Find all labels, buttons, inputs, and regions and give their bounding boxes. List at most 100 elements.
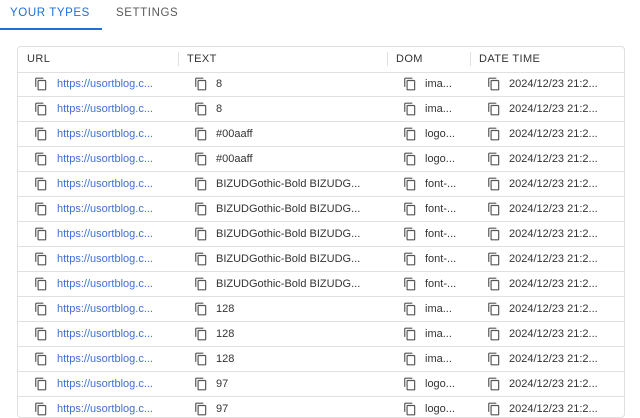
copy-icon[interactable] (487, 252, 501, 266)
copy-icon[interactable] (34, 302, 48, 316)
copy-icon[interactable] (487, 327, 501, 341)
copy-icon[interactable] (403, 127, 417, 141)
url-cell[interactable]: https://usortblog.c... (57, 347, 165, 371)
copy-icon[interactable] (487, 227, 501, 241)
table-row: https://usortblog.c... #00aaff logo... 2024… (18, 122, 624, 147)
copy-icon[interactable] (403, 302, 417, 316)
copy-icon[interactable] (487, 377, 501, 391)
copy-icon[interactable] (194, 252, 208, 266)
copy-icon[interactable] (403, 177, 417, 191)
url-cell[interactable]: https://usortblog.c... (57, 247, 165, 271)
active-tab-indicator (0, 28, 102, 30)
url-cell[interactable]: https://usortblog.c... (57, 222, 165, 246)
column-header-dom[interactable]: DOM (396, 47, 423, 72)
copy-icon[interactable] (194, 202, 208, 216)
copy-icon[interactable] (34, 77, 48, 91)
url-cell[interactable]: https://usortblog.c... (57, 322, 165, 346)
copy-icon[interactable] (403, 102, 417, 116)
copy-icon[interactable] (487, 152, 501, 166)
url-cell[interactable]: https://usortblog.c... (57, 272, 165, 296)
date-time-cell: 2024/12/23 21:2... (509, 203, 598, 215)
table-row: https://usortblog.c... 8 ima... 2024/12/23 … (18, 97, 624, 122)
copy-icon[interactable] (487, 202, 501, 216)
copy-icon[interactable] (34, 327, 48, 341)
copy-icon[interactable] (194, 327, 208, 341)
copy-icon[interactable] (403, 402, 417, 416)
url-cell[interactable]: https://usortblog.c... (57, 72, 165, 96)
copy-icon[interactable] (34, 102, 48, 116)
copy-icon[interactable] (487, 402, 501, 416)
copy-icon[interactable] (34, 152, 48, 166)
copy-icon[interactable] (403, 377, 417, 391)
copy-icon[interactable] (487, 102, 501, 116)
copy-icon[interactable] (403, 227, 417, 241)
column-header-url[interactable]: URL (27, 47, 50, 72)
copy-icon[interactable] (194, 352, 208, 366)
url-cell[interactable]: https://usortblog.c... (57, 122, 165, 146)
text-cell: 128 (216, 328, 235, 340)
copy-icon[interactable] (194, 77, 208, 91)
url-cell[interactable]: https://usortblog.c... (57, 172, 165, 196)
date-time-cell: 2024/12/23 21:2... (509, 103, 598, 115)
copy-icon[interactable] (194, 102, 208, 116)
copy-icon[interactable] (34, 227, 48, 241)
url-cell[interactable]: https://usortblog.c... (57, 197, 165, 221)
copy-icon[interactable] (34, 202, 48, 216)
copy-icon[interactable] (34, 352, 48, 366)
table-row: https://usortblog.c... 97 logo... 2024/12/2… (18, 372, 624, 397)
dom-cell: ima... (425, 353, 452, 365)
copy-icon[interactable] (487, 352, 501, 366)
copy-icon[interactable] (403, 327, 417, 341)
column-header-text[interactable]: TEXT (187, 47, 217, 72)
copy-icon[interactable] (487, 77, 501, 91)
table-row: https://usortblog.c... BIZUDGothic-Bold B… (18, 247, 624, 272)
url-cell[interactable]: https://usortblog.c... (57, 147, 165, 171)
copy-icon[interactable] (487, 177, 501, 191)
copy-icon[interactable] (194, 152, 208, 166)
date-time-cell: 2024/12/23 21:2... (509, 378, 598, 390)
date-time-cell: 2024/12/23 21:2... (509, 353, 598, 365)
column-separator[interactable] (178, 52, 179, 66)
copy-icon[interactable] (403, 77, 417, 91)
copy-icon[interactable] (34, 377, 48, 391)
copy-icon[interactable] (194, 377, 208, 391)
copy-icon[interactable] (194, 127, 208, 141)
tab-settings[interactable]: SETTINGS (116, 0, 178, 30)
table-row: https://usortblog.c... 8 ima... 2024/12/23 … (18, 72, 624, 97)
column-header-date-time[interactable]: DATE TIME (479, 47, 540, 72)
url-cell[interactable]: https://usortblog.c... (57, 397, 165, 417)
date-time-cell: 2024/12/23 21:2... (509, 328, 598, 340)
table-row: https://usortblog.c... 128 ima... 2024/12/2… (18, 322, 624, 347)
column-separator[interactable] (387, 52, 388, 66)
column-separator[interactable] (470, 52, 471, 66)
copy-icon[interactable] (194, 277, 208, 291)
date-time-cell: 2024/12/23 21:2... (509, 78, 598, 90)
copy-icon[interactable] (194, 302, 208, 316)
copy-icon[interactable] (403, 252, 417, 266)
copy-icon[interactable] (487, 277, 501, 291)
date-time-cell: 2024/12/23 21:2... (509, 228, 598, 240)
copy-icon[interactable] (403, 202, 417, 216)
types-table: URL TEXT DOM DATE TIME https://usortblog… (17, 46, 625, 418)
copy-icon[interactable] (34, 127, 48, 141)
text-cell: BIZUDGothic-Bold BIZUDG... (216, 278, 361, 290)
table-row: https://usortblog.c... #00aaff logo... 2024… (18, 147, 624, 172)
copy-icon[interactable] (34, 252, 48, 266)
copy-icon[interactable] (403, 352, 417, 366)
url-cell[interactable]: https://usortblog.c... (57, 97, 165, 121)
copy-icon[interactable] (194, 227, 208, 241)
copy-icon[interactable] (194, 402, 208, 416)
copy-icon[interactable] (34, 277, 48, 291)
text-cell: 97 (216, 378, 229, 390)
copy-icon[interactable] (487, 302, 501, 316)
copy-icon[interactable] (34, 177, 48, 191)
copy-icon[interactable] (403, 152, 417, 166)
url-cell[interactable]: https://usortblog.c... (57, 297, 165, 321)
text-cell: #00aaff (216, 153, 253, 165)
copy-icon[interactable] (194, 177, 208, 191)
copy-icon[interactable] (403, 277, 417, 291)
copy-icon[interactable] (34, 402, 48, 416)
url-cell[interactable]: https://usortblog.c... (57, 372, 165, 396)
copy-icon[interactable] (487, 127, 501, 141)
tab-your-types[interactable]: YOUR TYPES (10, 0, 90, 30)
